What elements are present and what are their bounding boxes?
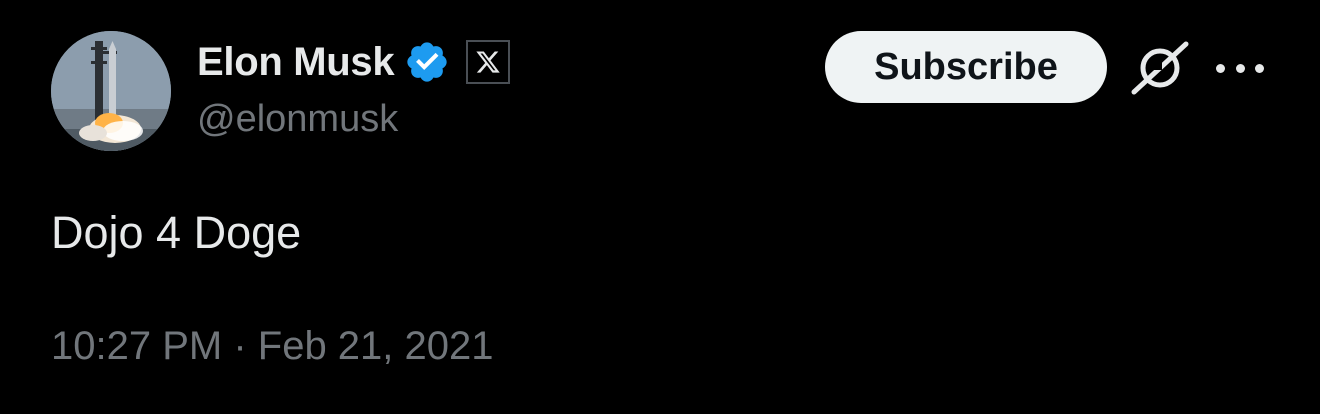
more-options-icon[interactable]	[1216, 58, 1264, 78]
more-dot	[1235, 63, 1245, 73]
subscribe-button[interactable]: Subscribe	[825, 31, 1107, 103]
grok-icon[interactable]	[1128, 40, 1192, 96]
rocket-launch-avatar	[51, 31, 171, 151]
author-handle[interactable]: @elonmusk	[197, 98, 398, 141]
author-name-row: Elon Musk	[197, 38, 511, 86]
affiliate-badge[interactable]	[466, 40, 511, 84]
avatar[interactable]	[51, 31, 171, 151]
author-display-name[interactable]: Elon Musk	[197, 40, 395, 85]
tweet-timestamp[interactable]: 10:27 PM · Feb 21, 2021	[51, 324, 494, 369]
more-dot	[1216, 63, 1225, 73]
verified-badge-icon[interactable]	[404, 39, 450, 85]
more-dot	[1255, 63, 1264, 73]
tweet-text: Dojo 4 Doge	[51, 207, 302, 258]
x-logo-icon	[476, 51, 501, 73]
